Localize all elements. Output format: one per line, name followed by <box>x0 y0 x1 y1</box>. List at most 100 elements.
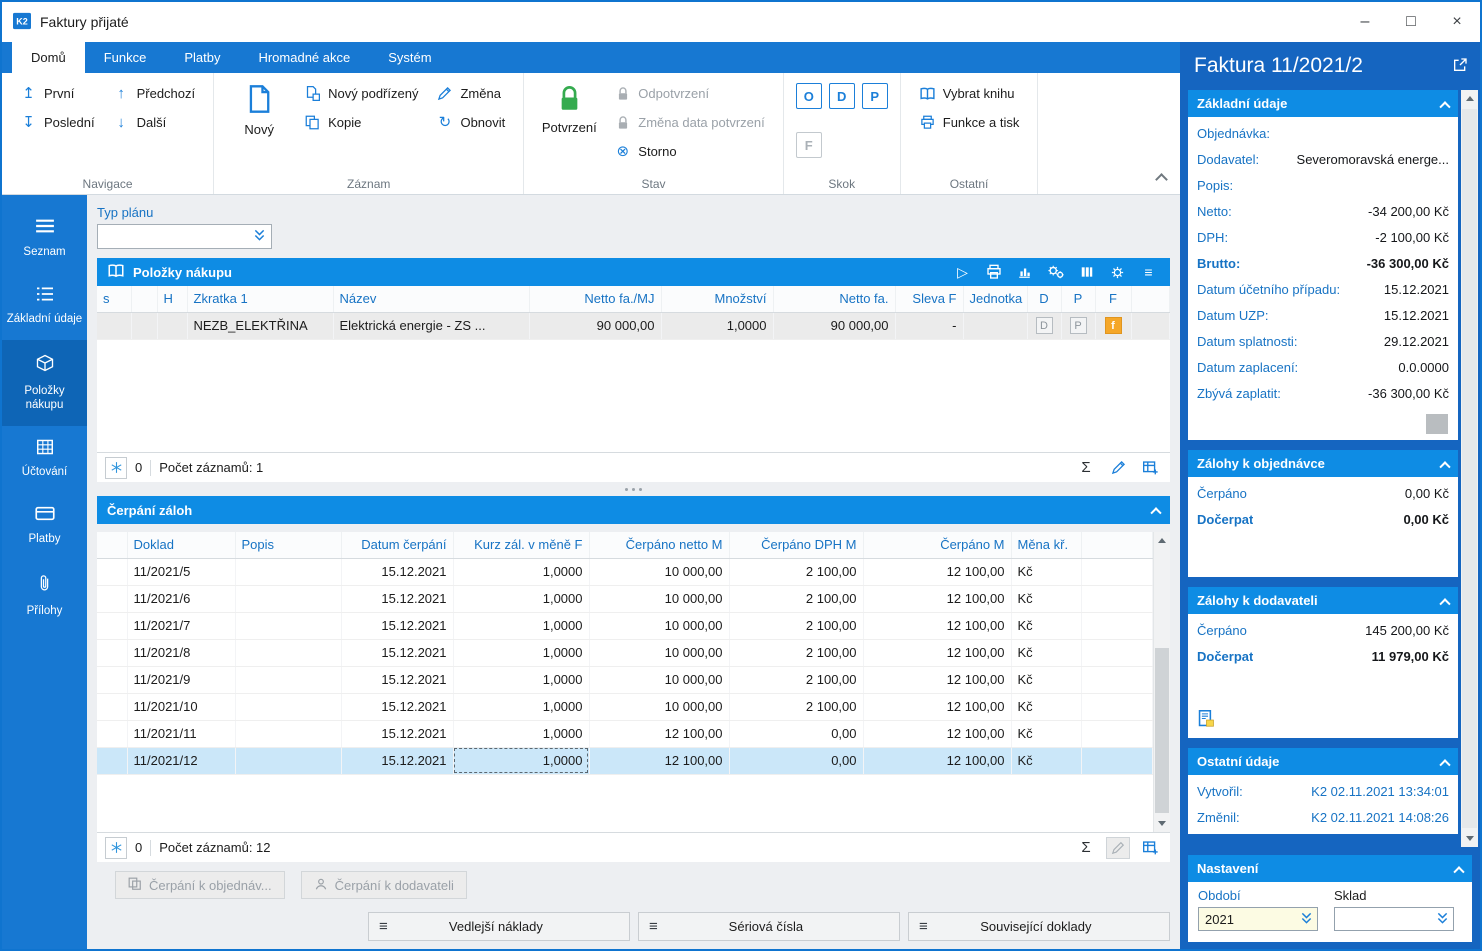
menu-icon[interactable]: ≡ <box>1137 261 1160 283</box>
undock-icon[interactable] <box>1452 57 1468 76</box>
table-row[interactable]: 11/2021/9 15.12.2021 1,0000 10 000,00 2 100,… <box>97 666 1153 694</box>
next-button[interactable]: ↓ Další <box>107 110 202 135</box>
refresh-button[interactable]: ↻ Obnovit <box>430 110 511 135</box>
tab-funkce[interactable]: Funkce <box>85 42 166 73</box>
change-button[interactable]: Změna <box>430 81 511 106</box>
collapse-chevron-icon[interactable] <box>1150 507 1162 519</box>
plan-type-combo[interactable] <box>97 224 272 249</box>
collapse-chevron-icon[interactable] <box>1439 100 1451 112</box>
gears-icon[interactable] <box>1044 261 1067 283</box>
functions-print-button[interactable]: Funkce a tisk <box>913 110 1026 135</box>
jump-f-button[interactable]: F <box>795 132 822 158</box>
maximize-button[interactable]: □ <box>1388 2 1434 42</box>
column-header-Kurz zál. v měně F[interactable]: Kurz zál. v měně F <box>453 532 590 559</box>
detail-scrollbar[interactable] <box>1461 90 1478 847</box>
column-header-Datum čerpání[interactable]: Datum čerpání <box>341 532 454 559</box>
scroll-thumb[interactable] <box>1462 109 1477 828</box>
new-button[interactable]: Nový <box>226 81 292 137</box>
vertical-scrollbar[interactable] <box>1153 532 1170 832</box>
grid-edit-icon[interactable] <box>1138 457 1162 479</box>
section-header[interactable]: Zálohy k objednávce <box>1188 450 1458 477</box>
section-header[interactable]: Základní údaje <box>1188 90 1458 117</box>
table-row[interactable]: 11/2021/12 15.12.2021 1,0000 12 100,00 0,00 1… <box>97 747 1153 775</box>
tab-systém[interactable]: Systém <box>369 42 450 73</box>
sidebar-item-polozky-nakupu[interactable]: Položky nákupu <box>2 340 87 426</box>
column-header-Čerpáno M[interactable]: Čerpáno M <box>863 532 1012 559</box>
scroll-thumb[interactable] <box>1155 648 1169 813</box>
scroll-down-icon[interactable] <box>1461 830 1478 847</box>
jump-p-button[interactable]: P <box>861 83 888 109</box>
storno-button[interactable]: ⊗ Storno <box>608 139 770 164</box>
column-header-P[interactable]: P <box>1061 286 1096 313</box>
warehouse-combo[interactable] <box>1334 907 1454 931</box>
column-header-Název[interactable]: Název <box>333 286 530 313</box>
column-header-Netto fa.[interactable]: Netto fa. <box>773 286 896 313</box>
change-confirm-date-button[interactable]: Změna data potvrzení <box>608 110 770 135</box>
close-button[interactable]: × <box>1434 2 1480 42</box>
column-header-Netto fa./MJ[interactable]: Netto fa./MJ <box>529 286 662 313</box>
collapse-chevron-icon[interactable] <box>1439 460 1451 472</box>
column-header-Doklad[interactable]: Doklad <box>127 532 236 559</box>
sum-icon[interactable]: Σ <box>1074 457 1098 479</box>
column-header-Sleva F[interactable]: Sleva F <box>895 286 964 313</box>
minimize-button[interactable]: – <box>1342 2 1388 42</box>
section-header[interactable]: Ostatní údaje <box>1188 748 1458 775</box>
column-header-blank[interactable] <box>97 532 128 559</box>
invoice-icon[interactable] <box>1188 706 1458 738</box>
settings-gear-icon[interactable] <box>1106 261 1129 283</box>
sidebar-item-platby[interactable]: Platby <box>2 493 87 560</box>
scroll-up-icon[interactable] <box>1461 90 1478 107</box>
sidebar-item-zakladni-udaje[interactable]: Základní údaje <box>2 273 87 341</box>
column-header-F[interactable]: F <box>1095 286 1132 313</box>
sidebar-item-seznam[interactable]: Seznam <box>2 205 87 273</box>
section-header[interactable]: Nastavení <box>1188 855 1472 882</box>
jump-o-button[interactable]: O <box>795 83 822 109</box>
play-icon[interactable]: ▷ <box>951 261 974 283</box>
column-header-Čerpáno netto M[interactable]: Čerpáno netto M <box>589 532 730 559</box>
table-row[interactable]: 11/2021/11 15.12.2021 1,0000 12 100,00 0,00 1… <box>97 720 1153 748</box>
column-header-Měna kř.[interactable]: Měna kř. <box>1011 532 1082 559</box>
table-row[interactable]: NEZB_ELEKTŘINA Elektrická energie - ZS ..… <box>97 312 1170 340</box>
tab-platby[interactable]: Platby <box>165 42 239 73</box>
unconfirm-button[interactable]: Odpotvrzení <box>608 81 770 106</box>
freeze-filter-icon[interactable] <box>105 836 127 859</box>
table-row[interactable]: 11/2021/5 15.12.2021 1,0000 10 000,00 2 100,… <box>97 558 1153 586</box>
chart-icon[interactable] <box>1013 261 1036 283</box>
first-button[interactable]: ↥ První <box>14 81 101 106</box>
jump-d-button[interactable]: D <box>828 83 855 109</box>
column-header-D[interactable]: D <box>1027 286 1062 313</box>
color-swatch[interactable] <box>1426 414 1448 434</box>
edit-icon[interactable] <box>1106 457 1130 479</box>
sum-icon[interactable]: Σ <box>1074 837 1098 859</box>
section-header[interactable]: Zálohy k dodavateli <box>1188 587 1458 614</box>
column-header-H[interactable]: H <box>157 286 188 313</box>
column-header-Množství[interactable]: Množství <box>661 286 774 313</box>
table-row[interactable]: 11/2021/7 15.12.2021 1,0000 10 000,00 2 100,… <box>97 612 1153 640</box>
bottom-button-související-doklady[interactable]: ≡ Související doklady <box>908 912 1170 941</box>
table-row[interactable]: 11/2021/8 15.12.2021 1,0000 10 000,00 2 100,… <box>97 639 1153 667</box>
columns-icon[interactable] <box>1075 261 1098 283</box>
bottom-button-sériová-čísla[interactable]: ≡ Sériová čísla <box>638 912 900 941</box>
column-header-Čerpáno DPH M[interactable]: Čerpáno DPH M <box>729 532 864 559</box>
column-header-Popis[interactable]: Popis <box>235 532 342 559</box>
scroll-up-icon[interactable] <box>1154 532 1170 549</box>
last-button[interactable]: ↧ Poslední <box>14 110 101 135</box>
collapse-chevron-icon[interactable] <box>1439 597 1451 609</box>
grid-edit-icon[interactable] <box>1138 837 1162 859</box>
column-header-s[interactable]: s <box>97 286 132 313</box>
previous-button[interactable]: ↑ Předchozí <box>107 81 202 106</box>
sidebar-item-uctovani[interactable]: Účtování <box>2 426 87 494</box>
bottom-button-vedlejší-náklady[interactable]: ≡ Vedlejší náklady <box>368 912 630 941</box>
new-child-button[interactable]: Nový podřízený <box>298 81 424 106</box>
copy-button[interactable]: Kopie <box>298 110 424 135</box>
column-header-blank[interactable] <box>131 286 158 313</box>
column-header-Jednotka[interactable]: Jednotka <box>963 286 1028 313</box>
collapse-chevron-icon[interactable] <box>1439 758 1451 770</box>
select-book-button[interactable]: Vybrat knihu <box>913 81 1026 106</box>
panel-splitter[interactable] <box>97 482 1170 496</box>
table-row[interactable]: 11/2021/10 15.12.2021 1,0000 10 000,00 2 100… <box>97 693 1153 721</box>
tab-hromadné-akce[interactable]: Hromadné akce <box>239 42 369 73</box>
tab-domů[interactable]: Domů <box>12 42 85 73</box>
period-combo[interactable]: 2021 <box>1198 907 1318 931</box>
collapse-chevron-icon[interactable] <box>1453 865 1465 877</box>
